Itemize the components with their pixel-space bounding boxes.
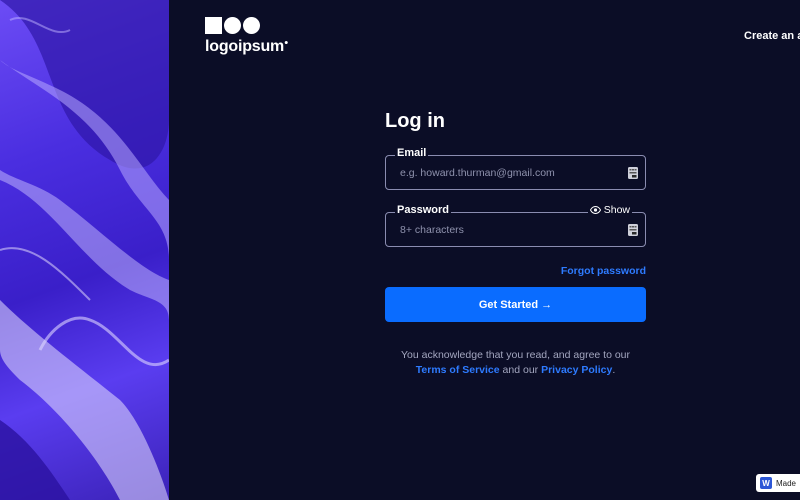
logo-text: logoipsum	[205, 38, 285, 55]
page-title: Log in	[385, 110, 445, 132]
keyboard-icon[interactable]	[628, 224, 638, 236]
legal-end-text: .	[612, 364, 616, 376]
legal-and-text: and our	[502, 364, 539, 376]
password-label: Password	[395, 204, 451, 216]
password-field-group: Password Show	[385, 204, 646, 247]
password-input[interactable]	[400, 223, 610, 236]
email-label: Email	[395, 147, 429, 159]
legal-notice: You acknowledge that you read, and agree…	[385, 348, 646, 378]
logo-dot: ●	[284, 39, 289, 47]
eye-icon	[589, 206, 601, 214]
legal-line-2: Terms of Service and our Privacy Policy.	[385, 363, 646, 378]
made-badge-label: Made	[775, 478, 796, 488]
show-password-toggle[interactable]: Show	[587, 204, 632, 216]
webflow-icon: W	[759, 477, 772, 489]
create-account-link[interactable]: Create an ac	[744, 30, 800, 42]
logo-mark-icon	[205, 17, 288, 34]
made-in-badge[interactable]: W Made	[755, 474, 800, 492]
get-started-button[interactable]: Get Started →	[385, 287, 646, 322]
show-password-label: Show	[603, 204, 630, 216]
login-main: logoipsum● Create an ac Log in Email	[169, 0, 800, 500]
brand-logo[interactable]: logoipsum●	[205, 17, 288, 56]
privacy-policy-link[interactable]: Privacy Policy	[541, 364, 612, 376]
email-field-box	[385, 155, 646, 190]
keyboard-icon[interactable]	[628, 167, 638, 179]
password-field-box	[385, 212, 646, 247]
forgot-password-link[interactable]: Forgot password	[385, 265, 646, 277]
email-input[interactable]	[400, 166, 610, 179]
legal-line-1: You acknowledge that you read, and agree…	[400, 349, 631, 361]
login-form: Log in Email	[385, 110, 646, 378]
email-field-group: Email	[385, 147, 646, 190]
terms-of-service-link[interactable]: Terms of Service	[416, 364, 500, 376]
hero-artwork	[0, 0, 169, 500]
